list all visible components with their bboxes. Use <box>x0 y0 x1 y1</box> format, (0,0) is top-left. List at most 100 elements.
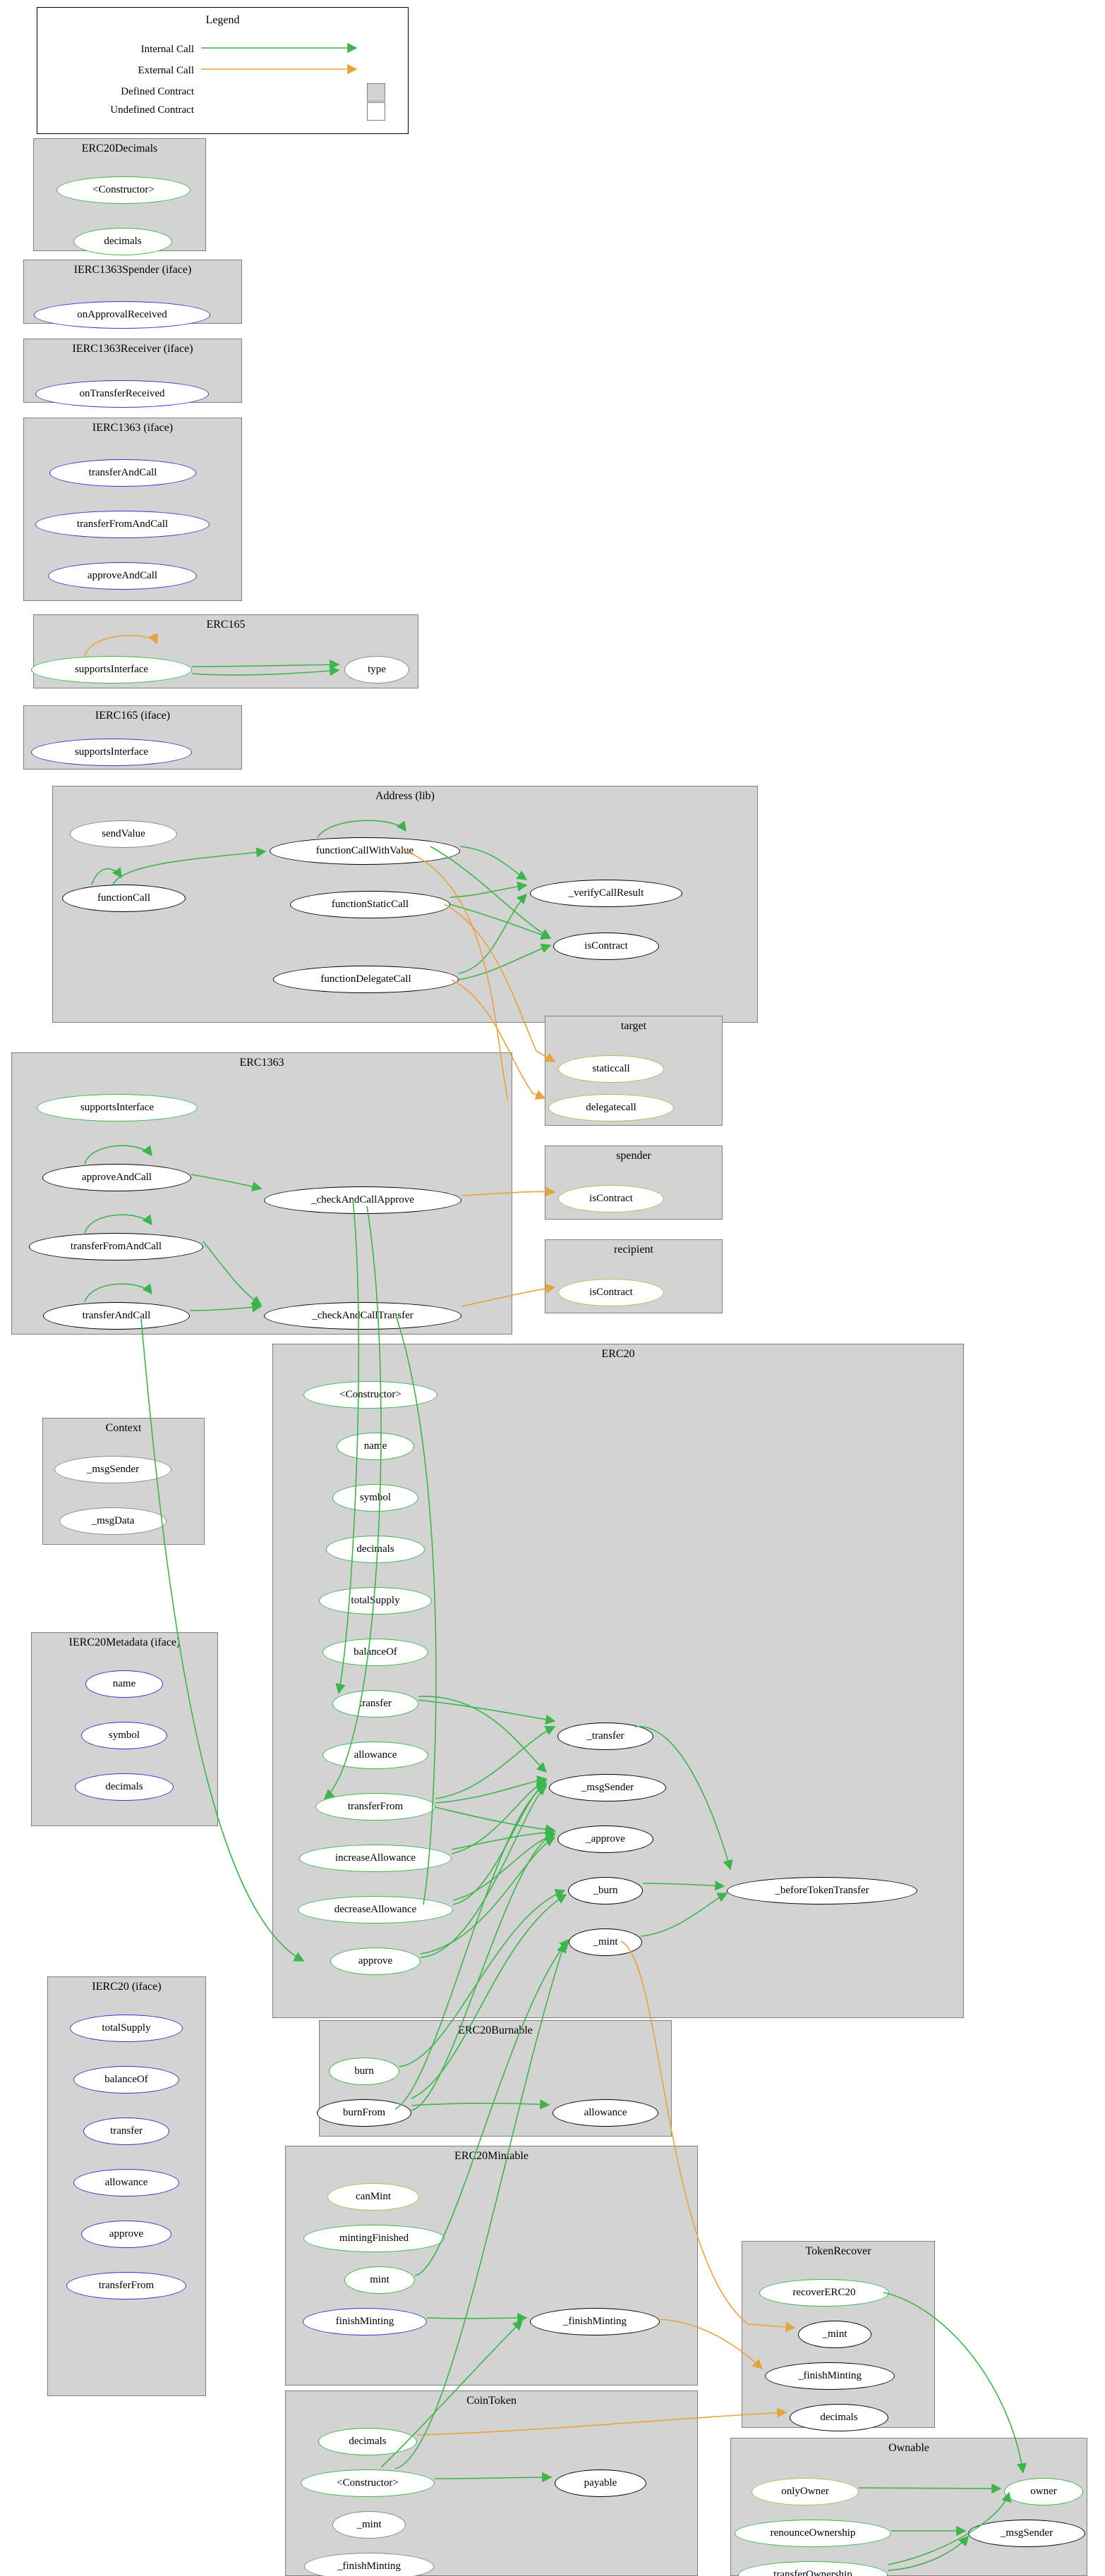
node-n_name_meta[interactable]: name <box>85 1670 163 1698</box>
node-n_constructor_coin[interactable]: <Constructor> <box>301 2469 435 2497</box>
node-n_increaseAllowance[interactable]: increaseAllowance <box>299 1845 452 1872</box>
cluster-title-erc20mintable: ERC20Mintable <box>454 2150 529 2162</box>
node-n_onlyOwner[interactable]: onlyOwner <box>751 2478 859 2505</box>
node-n_functionDelegateCall[interactable]: functionDelegateCall <box>273 966 459 993</box>
node-n_decimals_meta[interactable]: decimals <box>75 1773 174 1801</box>
cluster-title-erc20decimals: ERC20Decimals <box>81 142 158 154</box>
node-n_staticcall[interactable]: staticcall <box>558 1055 664 1083</box>
node-n__beforeTokenTransfer[interactable]: _beforeTokenTransfer <box>727 1877 917 1904</box>
node-n_onTransferReceived[interactable]: onTransferReceived <box>35 380 209 408</box>
legend-label-undefined: Undefined Contract <box>110 104 194 116</box>
node-n_transferFrom_erc20[interactable]: transferFrom <box>315 1793 435 1821</box>
node-n__msgSender_ctx[interactable]: _msgSender <box>54 1456 171 1483</box>
cluster-title-erc20: ERC20 <box>601 1348 635 1360</box>
cluster-title-erc165: ERC165 <box>206 619 246 631</box>
node-n_symbol_meta[interactable]: symbol <box>81 1722 167 1749</box>
node-n__approve[interactable]: _approve <box>557 1825 653 1853</box>
node-n__burn[interactable]: _burn <box>568 1877 643 1904</box>
node-n_mint_mintable[interactable]: mint <box>344 2266 415 2294</box>
node-n_totalSupply_erc20[interactable]: totalSupply <box>319 1587 432 1615</box>
cluster-erc20mintable <box>285 2146 698 2386</box>
node-n_onApprovalReceived[interactable]: onApprovalReceived <box>34 301 210 329</box>
node-n_decimals_dec[interactable]: decimals <box>73 228 172 255</box>
node-n__finishMinting_coin[interactable]: _finishMinting <box>304 2553 434 2576</box>
cluster-title-cointoken: CoinToken <box>466 2395 517 2407</box>
cluster-title-target: target <box>620 1020 647 1032</box>
node-n_balanceOf_erc20[interactable]: balanceOf <box>322 1639 428 1666</box>
cluster-title-spender: spender <box>616 1150 651 1162</box>
node-n_approve_erc20[interactable]: approve <box>330 1948 421 1975</box>
node-n_supportsInterface_1363[interactable]: supportsInterface <box>37 1094 198 1122</box>
node-n_payable[interactable]: payable <box>555 2469 646 2497</box>
cluster-title-context: Context <box>105 1422 142 1434</box>
node-n_finishMinting_mintable[interactable]: finishMinting <box>303 2308 427 2335</box>
node-n_constructor_erc20[interactable]: <Constructor> <box>303 1381 437 1409</box>
node-n_renounceOwnership[interactable]: renounceOwnership <box>735 2520 891 2547</box>
legend-label-internal: Internal Call <box>140 44 194 55</box>
node-n__mint[interactable]: _mint <box>569 1928 642 1956</box>
node-n__msgSender_own[interactable]: _msgSender <box>968 2520 1085 2547</box>
node-n_isContract_recipient[interactable]: isContract <box>558 1279 664 1306</box>
call-graph-diagram: Legend Internal Call External Call Defin… <box>0 0 1105 2576</box>
node-n_functionCall[interactable]: functionCall <box>62 885 186 912</box>
node-n_transferAndCall_i[interactable]: transferAndCall <box>49 459 196 487</box>
node-n_decimals_tr[interactable]: decimals <box>790 2404 888 2431</box>
cluster-ownable <box>730 2438 1087 2576</box>
node-n_approve_i20[interactable]: approve <box>81 2220 171 2248</box>
node-n_canMint[interactable]: canMint <box>327 2183 419 2211</box>
node-n__finishMinting_tr[interactable]: _finishMinting <box>765 2362 895 2390</box>
node-n_isContract_spender[interactable]: isContract <box>558 1185 664 1213</box>
node-n_recoverERC20[interactable]: recoverERC20 <box>759 2279 889 2307</box>
node-n_transferFromAndCall[interactable]: transferFromAndCall <box>29 1233 203 1260</box>
node-n_allowance_i20[interactable]: allowance <box>73 2169 179 2197</box>
legend-title: Legend <box>205 14 240 26</box>
cluster-title-ierc1363spender: IERC1363Spender (iface) <box>73 264 192 276</box>
node-n_functionCallWithValue[interactable]: functionCallWithValue <box>270 837 460 865</box>
node-n_allowance_erc20[interactable]: allowance <box>322 1742 428 1769</box>
node-n_mintingFinished[interactable]: mintingFinished <box>303 2225 445 2252</box>
node-n__mint_tr[interactable]: _mint <box>798 2321 871 2348</box>
node-n_checkAndCallTransfer[interactable]: _checkAndCallTransfer <box>264 1302 461 1330</box>
node-n_transfer_i20[interactable]: transfer <box>83 2118 169 2145</box>
node-n__transfer[interactable]: _transfer <box>557 1723 653 1750</box>
node-n_sendValue[interactable]: sendValue <box>70 820 177 848</box>
node-n_owner[interactable]: owner <box>1004 2478 1083 2505</box>
node-n_isContract_addr[interactable]: isContract <box>553 932 659 960</box>
cluster-title-tokenrecover: TokenRecover <box>805 2245 871 2257</box>
node-n_type[interactable]: type <box>344 656 409 684</box>
node-n_transferAndCall[interactable]: transferAndCall <box>43 1302 190 1330</box>
node-n_totalSupply_i20[interactable]: totalSupply <box>70 2015 183 2042</box>
node-n_constructor_dec[interactable]: <Constructor> <box>56 176 191 204</box>
node-n_decimals_erc20[interactable]: decimals <box>326 1536 425 1563</box>
node-n_supportsInterface_165[interactable]: supportsInterface <box>31 656 192 684</box>
node-n_checkAndCallApprove[interactable]: _checkAndCallApprove <box>264 1186 461 1214</box>
cluster-title-ownable: Ownable <box>888 2442 929 2454</box>
node-n__mint_coin[interactable]: _mint <box>332 2511 406 2539</box>
node-n_approveAndCall_i[interactable]: approveAndCall <box>48 562 197 590</box>
node-n_verifyCallResult[interactable]: _verifyCallResult <box>530 880 682 907</box>
node-n__finishMinting_mintable[interactable]: _finishMinting <box>530 2308 660 2335</box>
node-n_approveAndCall[interactable]: approveAndCall <box>42 1164 191 1191</box>
node-n_transfer_erc20[interactable]: transfer <box>332 1690 418 1718</box>
node-n_delegatecall[interactable]: delegatecall <box>548 1094 674 1122</box>
cluster-title-ierc20: IERC20 (iface) <box>92 1981 162 1993</box>
node-n_transferFromAndCall_i[interactable]: transferFromAndCall <box>35 511 210 538</box>
node-n_decreaseAllowance[interactable]: decreaseAllowance <box>298 1896 453 1924</box>
node-n_symbol_erc20[interactable]: symbol <box>332 1484 418 1512</box>
node-n_supportsInterface_i165[interactable]: supportsInterface <box>31 739 192 766</box>
node-n_name_erc20[interactable]: name <box>337 1433 414 1460</box>
node-n__msgData_ctx[interactable]: _msgData <box>59 1507 167 1535</box>
node-n_allowance_burnable[interactable]: allowance <box>552 2099 658 2127</box>
legend-label-external: External Call <box>138 65 194 76</box>
node-n_functionStaticCall[interactable]: functionStaticCall <box>290 891 450 918</box>
legend-swatch-defined <box>367 83 385 102</box>
node-n_burn[interactable]: burn <box>329 2058 399 2085</box>
node-n_transferFrom_i20[interactable]: transferFrom <box>66 2272 186 2299</box>
node-n_burnFrom[interactable]: burnFrom <box>317 2099 411 2127</box>
node-n__msgSender_erc20[interactable]: _msgSender <box>549 1774 666 1802</box>
cluster-title-ierc165: IERC165 (iface) <box>95 710 171 722</box>
cluster-title-address: Address (lib) <box>375 790 435 802</box>
node-n_decimals_coin[interactable]: decimals <box>318 2428 417 2455</box>
node-n_balanceOf_i20[interactable]: balanceOf <box>73 2066 179 2094</box>
legend-swatch-undefined <box>367 102 385 121</box>
